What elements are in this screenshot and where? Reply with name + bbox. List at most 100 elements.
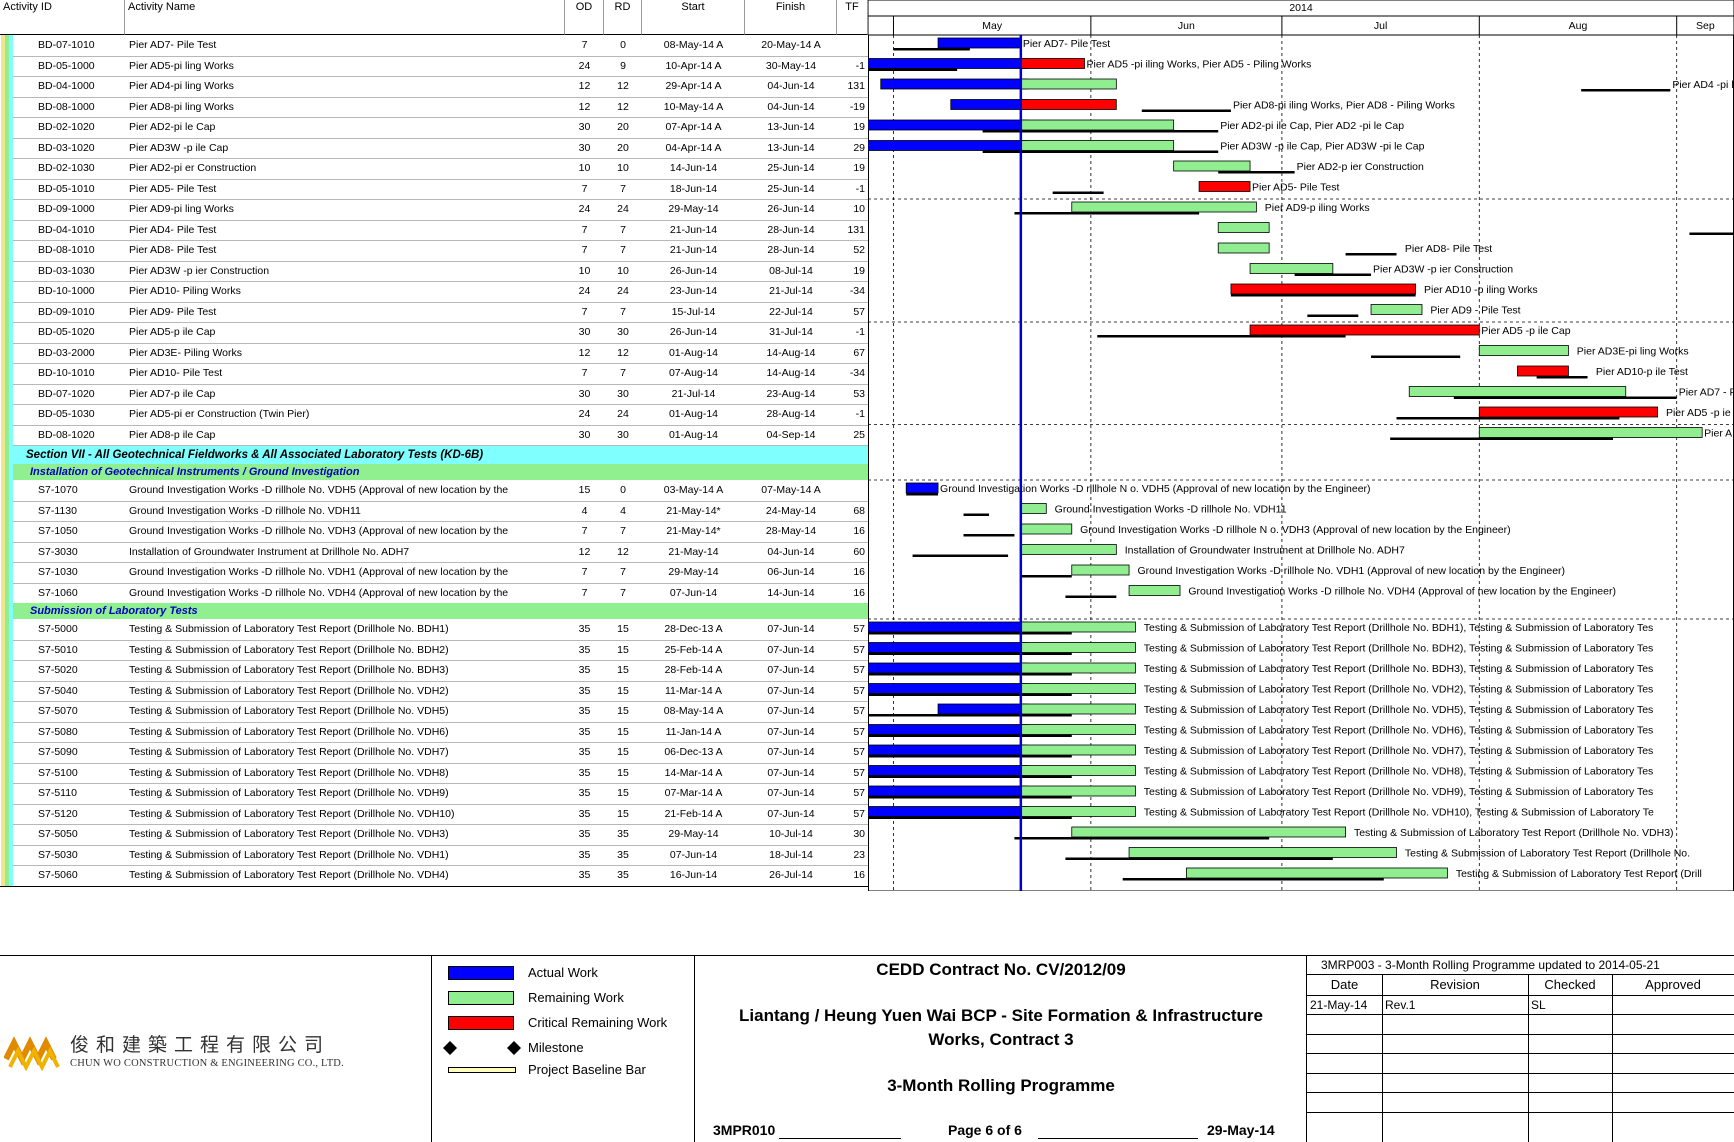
cell-start: 21-Jun-14 bbox=[669, 223, 718, 236]
remaining-work-bar bbox=[1071, 201, 1257, 213]
cell-start: 26-Jun-14 bbox=[669, 326, 718, 338]
cell-activity-id: S7-5040 bbox=[38, 684, 78, 697]
cell-activity-name: Ground Investigation Works -D rillhole N… bbox=[129, 525, 509, 537]
cell-activity-id: S7-5060 bbox=[38, 869, 78, 881]
cell-activity-id: BD-05-1030 bbox=[38, 408, 95, 420]
cell-tf: -34 bbox=[849, 367, 865, 379]
cell-tf: 131 bbox=[847, 223, 865, 236]
revision-col-header: Approved bbox=[1645, 977, 1701, 992]
cell-od: 7 bbox=[581, 244, 588, 256]
cell-finish: 13-Jun-14 bbox=[767, 121, 815, 133]
cell-start: 21-May-14* bbox=[666, 525, 721, 537]
baseline-bar bbox=[906, 493, 939, 496]
cell-activity-id: S7-5030 bbox=[38, 848, 78, 861]
cell-finish: 13-Jun-14 bbox=[767, 141, 815, 154]
cell-finish: 04-Jun-14 bbox=[767, 100, 815, 113]
bar-label: Testing & Submission of Laboratory Test … bbox=[1144, 684, 1654, 696]
col-header-finish[interactable]: Finish bbox=[745, 0, 837, 35]
cell-finish: 28-Aug-14 bbox=[766, 408, 816, 420]
cell-od: 24 bbox=[578, 285, 591, 297]
cell-activity-name: Testing & Submission of Laboratory Test … bbox=[129, 664, 449, 676]
cell-start: 01-Aug-14 bbox=[668, 346, 719, 359]
cell-rd: 7 bbox=[620, 244, 626, 256]
cell-finish: 30-May-14 bbox=[765, 59, 817, 72]
cell-rd: 10 bbox=[617, 264, 629, 277]
cell-activity-id: S7-5110 bbox=[38, 787, 77, 799]
remaining-work-bar bbox=[1020, 724, 1136, 735]
cell-start: 11-Mar-14 A bbox=[665, 684, 722, 697]
col-header-id[interactable]: Activity ID bbox=[0, 0, 125, 35]
cell-activity-name: Testing & Submission of Laboratory Test … bbox=[129, 643, 449, 656]
wbs-gutter bbox=[9, 35, 13, 886]
revision-header: 3MRP003 - 3-Month Rolling Programme upda… bbox=[1307, 956, 1734, 975]
remaining-work-bar bbox=[1478, 427, 1703, 438]
section-header[interactable]: Section VII - All Geotechnical Fieldwork… bbox=[2, 446, 868, 464]
baseline-bar bbox=[982, 150, 1219, 153]
cell-od: 24 bbox=[578, 203, 591, 215]
subsection-header[interactable]: Submission of Laboratory Tests bbox=[2, 603, 868, 619]
col-header-tf[interactable]: TF bbox=[837, 0, 868, 35]
cell-activity-name: Testing & Submission of Laboratory Test … bbox=[129, 869, 449, 881]
cell-start: 07-Jun-14 bbox=[669, 848, 718, 861]
cell-finish: 07-Jun-14 bbox=[767, 725, 815, 738]
cell-rd: 15 bbox=[617, 705, 629, 717]
bar-label: Pier AD9 - Pile Test bbox=[1430, 305, 1520, 317]
cell-rd: 30 bbox=[617, 387, 629, 400]
actual-work-bar bbox=[867, 785, 1028, 797]
bar-label: Testing & Submission of Laboratory Test … bbox=[1456, 868, 1702, 880]
cell-rd: 35 bbox=[617, 828, 629, 840]
cell-finish: 14-Jun-14 bbox=[767, 586, 815, 599]
subsection-header[interactable]: Installation of Geotechnical Instruments… bbox=[2, 464, 868, 480]
baseline-bar bbox=[1097, 335, 1346, 338]
cell-od: 12 bbox=[578, 100, 591, 113]
bar-label: Pier AD5 -p ie bbox=[1666, 407, 1731, 419]
cell-activity-id: BD-07-1010 bbox=[38, 39, 95, 51]
cell-activity-id: S7-1060 bbox=[38, 586, 78, 599]
cell-finish: 22-Jul-14 bbox=[769, 305, 813, 318]
baseline-bar bbox=[1141, 109, 1231, 112]
col-header-start[interactable]: Start bbox=[642, 0, 745, 35]
cell-tf: 57 bbox=[853, 746, 865, 758]
col-header-rd[interactable]: RD bbox=[604, 0, 642, 35]
cell-tf: 16 bbox=[853, 586, 865, 599]
remaining-work-bar bbox=[1020, 703, 1136, 715]
cell-start: 07-Mar-14 A bbox=[664, 787, 723, 799]
bar-label: Pier AD9-p iling Works bbox=[1265, 202, 1370, 214]
cell-tf: 57 bbox=[853, 664, 865, 676]
baseline-bar bbox=[1536, 376, 1588, 379]
bar-label: Pier AD10-p ile Test bbox=[1596, 366, 1688, 378]
bar-label: Testing & Submission of Laboratory Test … bbox=[1405, 848, 1690, 860]
cell-tf: 19 bbox=[853, 121, 865, 133]
cell-rd: 12 bbox=[617, 100, 629, 113]
cell-tf: -19 bbox=[849, 100, 865, 113]
cell-activity-name: Pier AD3E- Piling Works bbox=[129, 346, 243, 359]
actual-work-bar bbox=[905, 482, 939, 494]
baseline-bar bbox=[982, 130, 1219, 133]
cell-start: 11-Jan-14 A bbox=[665, 725, 722, 738]
col-header-od[interactable]: OD bbox=[565, 0, 604, 35]
bar-label: Testing & Submission of Laboratory Test … bbox=[1144, 786, 1654, 798]
col-header-name[interactable]: Activity Name bbox=[125, 0, 565, 35]
cell-activity-id: S7-5010 bbox=[38, 643, 78, 656]
remaining-work-bar bbox=[1128, 847, 1397, 858]
bar-label: Testing & Submission of Laboratory Test … bbox=[1144, 807, 1654, 819]
baseline-bar bbox=[1122, 878, 1384, 881]
legend-milestone-icon bbox=[443, 1041, 521, 1055]
cell-rd: 20 bbox=[617, 141, 629, 154]
cell-finish: 04-Jun-14 bbox=[767, 545, 815, 558]
baseline-bar bbox=[1307, 314, 1359, 317]
cell-tf: 16 bbox=[853, 566, 865, 578]
critical-work-bar bbox=[1198, 181, 1251, 192]
bar-label: Ground Investigation Works -D rillhole N… bbox=[1055, 504, 1287, 516]
cell-start: 23-Jun-14 bbox=[669, 285, 718, 297]
revision-col-header: Date bbox=[1330, 977, 1359, 992]
bar-label: Ground Investigation Works -D rillhole N… bbox=[1137, 565, 1565, 577]
cell-activity-name: Testing & Submission of Laboratory Test … bbox=[129, 828, 449, 840]
remaining-work-bar bbox=[1020, 503, 1047, 514]
cell-activity-name: Testing & Submission of Laboratory Test … bbox=[129, 725, 449, 738]
cell-tf: 30 bbox=[853, 828, 865, 840]
actual-work-bar bbox=[867, 806, 1028, 817]
remaining-work-bar bbox=[1020, 642, 1136, 653]
baseline-bar bbox=[868, 755, 1072, 758]
cell-start: 01-Aug-14 bbox=[668, 408, 719, 420]
